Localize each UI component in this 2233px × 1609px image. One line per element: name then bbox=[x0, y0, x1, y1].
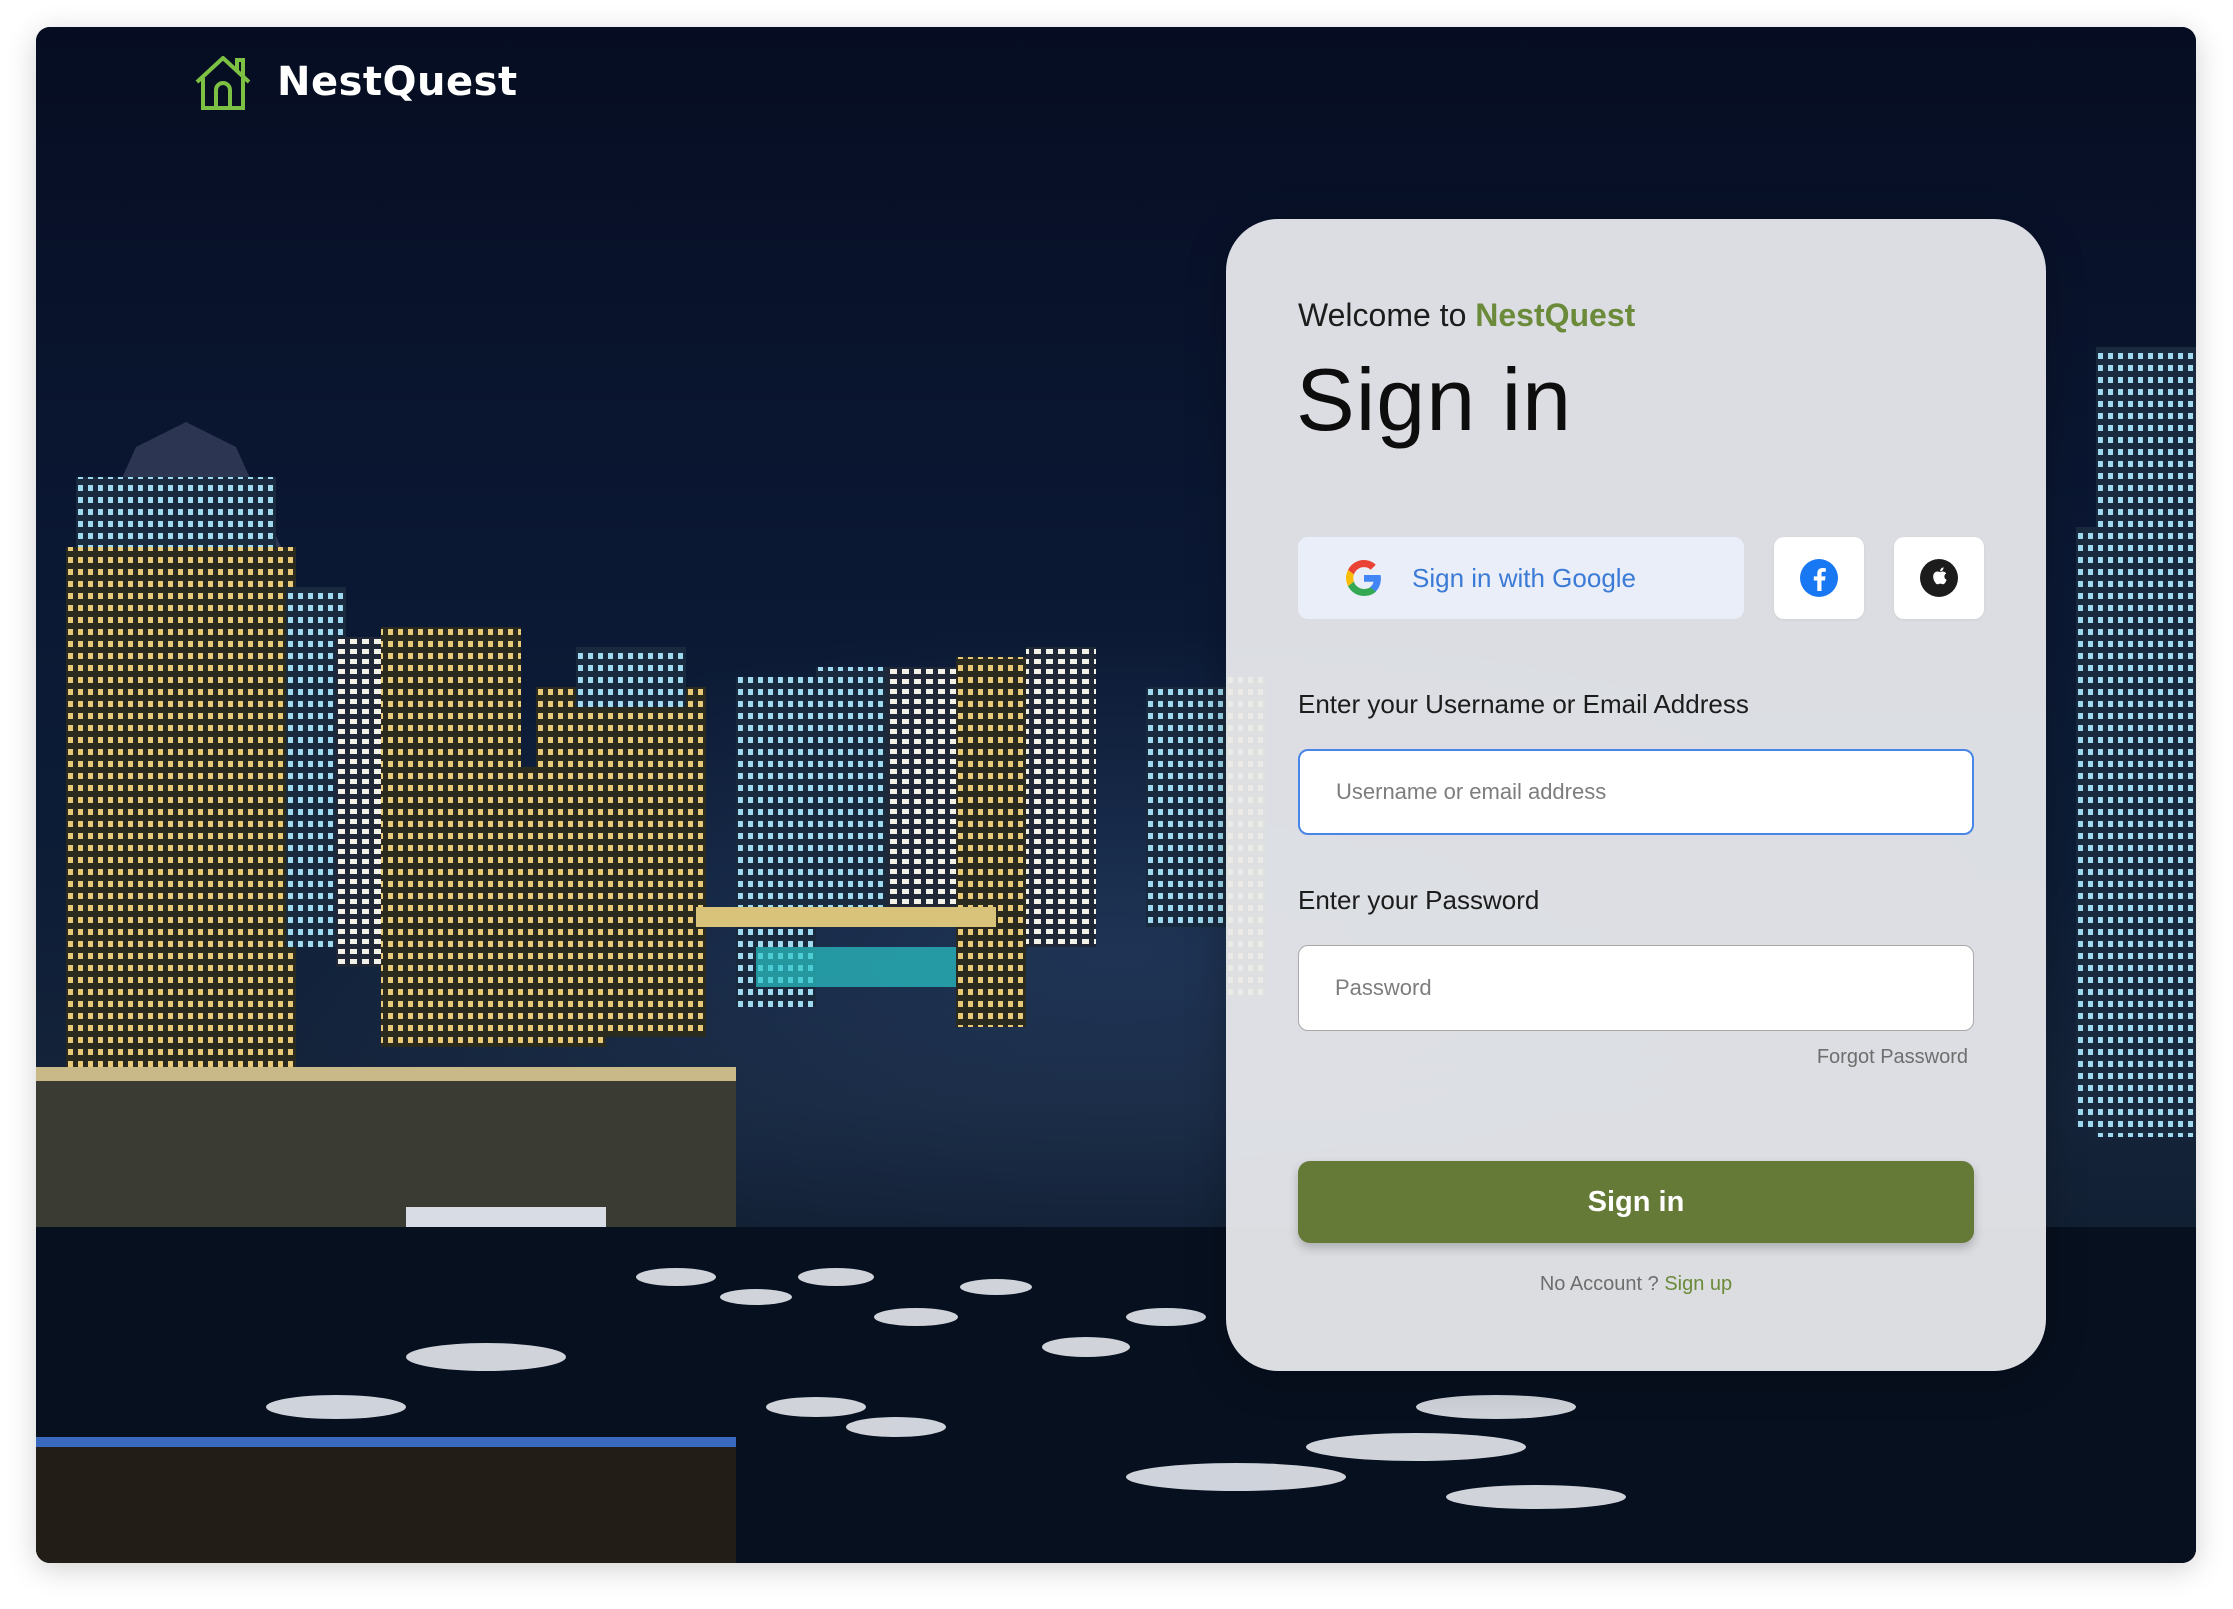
password-input[interactable] bbox=[1298, 945, 1974, 1031]
facebook-sign-in-button[interactable] bbox=[1774, 537, 1864, 619]
social-login-row: Sign in with Google bbox=[1298, 537, 1984, 619]
apple-icon bbox=[1920, 559, 1958, 597]
sign-in-button[interactable]: Sign in bbox=[1298, 1161, 1974, 1243]
password-label: Enter your Password bbox=[1298, 885, 1540, 915]
apple-sign-in-button[interactable] bbox=[1894, 537, 1984, 619]
brand-name: NestQuest bbox=[277, 59, 518, 105]
forgot-password-link[interactable]: Forgot Password bbox=[1817, 1046, 1968, 1069]
no-account-text: No Account ? bbox=[1539, 1273, 1659, 1295]
house-icon bbox=[195, 56, 251, 110]
google-sign-in-button[interactable]: Sign in with Google bbox=[1298, 537, 1744, 619]
welcome-brand: NestQuest bbox=[1475, 297, 1636, 333]
google-icon bbox=[1346, 560, 1381, 596]
page-title: Sign in bbox=[1296, 350, 1573, 449]
username-input[interactable] bbox=[1298, 749, 1974, 835]
sign-in-card: Welcome to NestQuest Sign in Sign in wit… bbox=[1226, 219, 2046, 1371]
welcome-prefix: Welcome to bbox=[1298, 297, 1467, 333]
google-button-label: Sign in with Google bbox=[1412, 562, 1637, 593]
welcome-heading: Welcome to NestQuest bbox=[1298, 297, 1635, 334]
signup-prompt: No Account ? Sign up bbox=[1226, 1273, 2046, 1296]
sign-up-link[interactable]: Sign up bbox=[1664, 1273, 1732, 1295]
facebook-icon bbox=[1800, 559, 1838, 597]
brand-logo[interactable]: NestQuest bbox=[191, 52, 518, 112]
username-label: Enter your Username or Email Address bbox=[1298, 689, 1749, 719]
app-window: NestQuest Welcome to NestQuest Sign in S… bbox=[36, 27, 2196, 1563]
